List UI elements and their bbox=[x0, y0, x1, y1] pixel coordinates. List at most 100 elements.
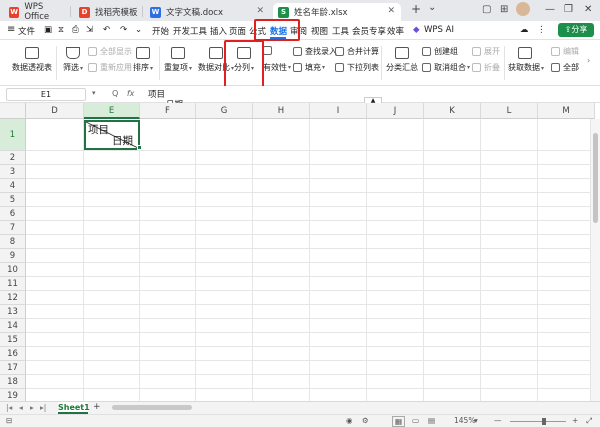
menu-view[interactable]: 视图 bbox=[311, 25, 328, 37]
page-break-icon[interactable]: ▤ bbox=[428, 416, 435, 425]
column-header-f[interactable]: F bbox=[140, 103, 196, 119]
show-all-button[interactable]: 全部显示 bbox=[88, 46, 132, 57]
cloud-icon[interactable]: ☁ bbox=[520, 25, 529, 35]
row-header-8[interactable]: 8 bbox=[0, 235, 26, 249]
row-header-17[interactable]: 17 bbox=[0, 361, 26, 375]
ungroup-button[interactable]: 取消组合 ▾ bbox=[422, 62, 470, 73]
more-dots-icon[interactable]: ⋮ bbox=[537, 25, 546, 35]
menu-page[interactable]: 页面 bbox=[229, 25, 246, 37]
row-header-18[interactable]: 18 bbox=[0, 375, 26, 389]
dropdown-list-button[interactable]: 下拉列表 bbox=[335, 62, 379, 73]
row-header-6[interactable]: 6 bbox=[0, 207, 26, 221]
save-icon[interactable]: ▣ bbox=[44, 25, 52, 35]
column-header-l[interactable]: L bbox=[481, 103, 538, 119]
filter-button[interactable]: 筛选▾ bbox=[60, 47, 86, 73]
row-header-7[interactable]: 7 bbox=[0, 221, 26, 235]
fill-button[interactable]: 填充 ▾ bbox=[293, 62, 325, 73]
close-icon[interactable]: ✕ bbox=[256, 6, 264, 16]
fill-handle[interactable] bbox=[137, 145, 142, 150]
tab-word-doc[interactable]: W 文字文稿.docx ✕ bbox=[145, 3, 270, 21]
zoom-in-button[interactable]: + bbox=[572, 416, 578, 425]
menu-home[interactable]: 开始 bbox=[152, 25, 169, 37]
horizontal-scrollbar[interactable] bbox=[112, 405, 582, 411]
macro-icon[interactable]: ⊟ bbox=[6, 416, 12, 425]
zoom-slider[interactable] bbox=[510, 421, 566, 422]
tab-docer[interactable]: D 找稻壳模板 bbox=[74, 3, 142, 21]
column-header-i[interactable]: I bbox=[310, 103, 367, 119]
row-header-9[interactable]: 9 bbox=[0, 249, 26, 263]
sheet-tab-sheet1[interactable]: Sheet1 bbox=[58, 402, 90, 414]
new-tab-button[interactable]: + bbox=[411, 2, 421, 16]
row-header-11[interactable]: 11 bbox=[0, 277, 26, 291]
prev-sheet-icon[interactable]: ◂ bbox=[19, 403, 23, 412]
close-icon[interactable]: ✕ bbox=[387, 6, 395, 16]
row-header-14[interactable]: 14 bbox=[0, 319, 26, 333]
menu-file[interactable]: 文件 bbox=[18, 25, 35, 37]
column-header-h[interactable]: H bbox=[253, 103, 310, 119]
zoom-slider-thumb[interactable] bbox=[542, 418, 546, 425]
export-icon[interactable]: ⇲ bbox=[86, 25, 93, 35]
row-header-3[interactable]: 3 bbox=[0, 165, 26, 179]
menu-tools[interactable]: 工具 bbox=[332, 25, 349, 37]
horizontal-scroll-thumb[interactable] bbox=[112, 405, 192, 410]
grid-icon[interactable]: ⊞ bbox=[500, 4, 508, 15]
spreadsheet-grid[interactable]: DEFGHIJKLM 1 2 3 4 5 6 7 8 9 10 11 12 13 14 15 16 17 18 19… bbox=[0, 103, 600, 401]
name-box-dropdown-icon[interactable]: ▾ bbox=[92, 89, 96, 97]
add-sheet-button[interactable]: + bbox=[93, 402, 101, 412]
fullscreen-icon[interactable]: ⤢ bbox=[586, 416, 592, 426]
menu-wps-ai[interactable]: WPS AI bbox=[424, 25, 454, 35]
sort-button[interactable]: 排序▾ bbox=[131, 47, 155, 73]
edit-button[interactable]: 编辑 bbox=[551, 46, 579, 57]
row-header-12[interactable]: 12 bbox=[0, 291, 26, 305]
validity-label-button[interactable]: 有效性 ▾ bbox=[263, 62, 291, 73]
vertical-scroll-thumb[interactable] bbox=[593, 133, 598, 223]
expand-button[interactable]: 展开 bbox=[472, 46, 500, 57]
normal-view-icon[interactable]: ▦ bbox=[392, 416, 406, 427]
first-sheet-icon[interactable]: |◂ bbox=[6, 403, 12, 412]
zoom-icon[interactable]: Q bbox=[112, 89, 118, 98]
row-header-5[interactable]: 5 bbox=[0, 193, 26, 207]
row-header-19[interactable]: 19 bbox=[0, 389, 26, 401]
cell-e1[interactable]: 项目 日期 bbox=[84, 120, 140, 150]
row-header-1[interactable]: 1 bbox=[0, 119, 26, 151]
formula-value-line1[interactable]: 项目 bbox=[148, 88, 165, 100]
row-header-10[interactable]: 10 bbox=[0, 263, 26, 277]
minimize-button[interactable]: — bbox=[545, 4, 555, 15]
zoom-level[interactable]: 145% bbox=[454, 416, 475, 425]
close-window-button[interactable]: ✕ bbox=[584, 4, 592, 15]
row-header-15[interactable]: 15 bbox=[0, 333, 26, 347]
pivot-table-button[interactable]: 数据透视表 bbox=[12, 47, 52, 73]
menu-efficiency[interactable]: 效率 bbox=[387, 25, 404, 37]
collapse-button[interactable]: 折叠 bbox=[472, 62, 500, 73]
column-header-j[interactable]: J bbox=[367, 103, 424, 119]
restore-icon[interactable]: ▢ bbox=[482, 4, 491, 15]
reapply-button[interactable]: 重新应用 bbox=[88, 62, 132, 73]
row-header-13[interactable]: 13 bbox=[0, 305, 26, 319]
tab-dropdown-button[interactable]: ⌄ bbox=[428, 2, 436, 13]
avatar[interactable] bbox=[516, 2, 530, 16]
validity-button[interactable] bbox=[263, 46, 275, 55]
row-header-16[interactable]: 16 bbox=[0, 347, 26, 361]
lookup-entry-button[interactable]: 查找录入 bbox=[293, 46, 337, 57]
column-header-g[interactable]: G bbox=[196, 103, 253, 119]
refresh-all-button[interactable]: 全部 bbox=[551, 62, 579, 73]
redo-icon[interactable]: ↷ bbox=[120, 25, 127, 35]
history-icon[interactable]: ⧖ bbox=[58, 25, 64, 35]
page-layout-icon[interactable]: ▭ bbox=[412, 416, 419, 425]
menu-insert[interactable]: 插入 bbox=[210, 25, 227, 37]
row-header-2[interactable]: 2 bbox=[0, 151, 26, 165]
column-header-d[interactable]: D bbox=[26, 103, 84, 119]
last-sheet-icon[interactable]: ▸| bbox=[40, 403, 46, 412]
zoom-out-button[interactable]: — bbox=[494, 416, 502, 425]
get-data-button[interactable]: 获取数据▾ bbox=[508, 47, 544, 73]
create-group-button[interactable]: 创建组 bbox=[422, 46, 458, 57]
ribbon-scroll-right-icon[interactable]: › bbox=[587, 56, 590, 65]
column-header-e[interactable]: E bbox=[84, 103, 140, 119]
settings-icon[interactable]: ⚙ bbox=[362, 416, 369, 425]
select-all-corner[interactable] bbox=[0, 103, 26, 119]
row-header-4[interactable]: 4 bbox=[0, 179, 26, 193]
fx-icon[interactable]: fx bbox=[127, 89, 135, 98]
menu-vip[interactable]: 会员专享 bbox=[352, 25, 386, 37]
zoom-dropdown-icon[interactable]: ▾ bbox=[474, 416, 478, 425]
next-sheet-icon[interactable]: ▸ bbox=[30, 403, 34, 412]
